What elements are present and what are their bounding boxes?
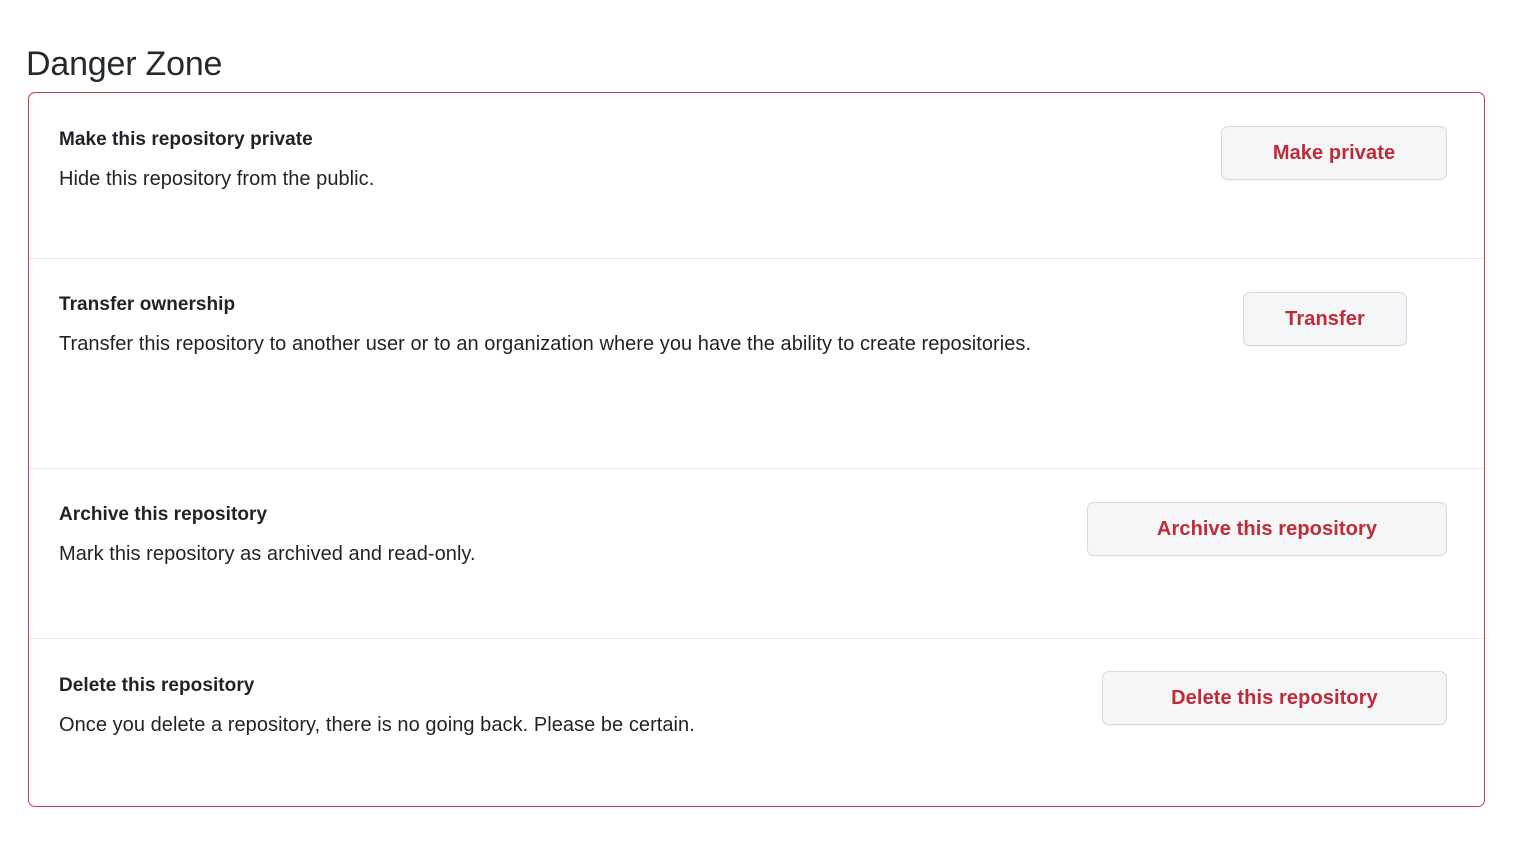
- delete-repository-button[interactable]: Delete this repository: [1102, 671, 1447, 725]
- row-text-block: Delete this repository Once you delete a…: [59, 673, 1102, 746]
- row-text-block: Transfer ownership Transfer this reposit…: [59, 292, 1243, 365]
- danger-zone-row-transfer-ownership: Transfer ownership Transfer this reposit…: [29, 259, 1484, 469]
- row-heading: Archive this repository: [59, 504, 268, 525]
- row-heading: Transfer ownership: [59, 294, 236, 315]
- row-heading: Delete this repository: [59, 675, 255, 696]
- danger-zone-page: Danger Zone Make this repository private…: [0, 0, 1516, 860]
- row-heading: Make this repository private: [59, 129, 313, 150]
- transfer-button[interactable]: Transfer: [1243, 292, 1407, 346]
- row-action-block: Transfer: [1243, 292, 1407, 346]
- danger-zone-row-archive: Archive this repository Mark this reposi…: [29, 469, 1484, 639]
- row-action-block: Delete this repository: [1102, 671, 1447, 725]
- page-title: Danger Zone: [26, 44, 223, 83]
- danger-zone-row-make-private: Make this repository private Hide this r…: [29, 93, 1484, 259]
- archive-repository-button[interactable]: Archive this repository: [1087, 502, 1447, 556]
- row-text-block: Make this repository private Hide this r…: [59, 127, 1221, 200]
- row-description: Once you delete a repository, there is n…: [59, 714, 695, 736]
- row-description: Mark this repository as archived and rea…: [59, 543, 476, 565]
- row-action-block: Archive this repository: [1087, 502, 1447, 556]
- danger-zone-panel: Make this repository private Hide this r…: [28, 92, 1485, 807]
- row-description: Hide this repository from the public.: [59, 168, 375, 190]
- row-action-block: Make private: [1221, 126, 1447, 180]
- danger-zone-row-delete: Delete this repository Once you delete a…: [29, 639, 1484, 805]
- make-private-button[interactable]: Make private: [1221, 126, 1447, 180]
- row-text-block: Archive this repository Mark this reposi…: [59, 502, 1087, 575]
- row-description: Transfer this repository to another user…: [59, 333, 1032, 355]
